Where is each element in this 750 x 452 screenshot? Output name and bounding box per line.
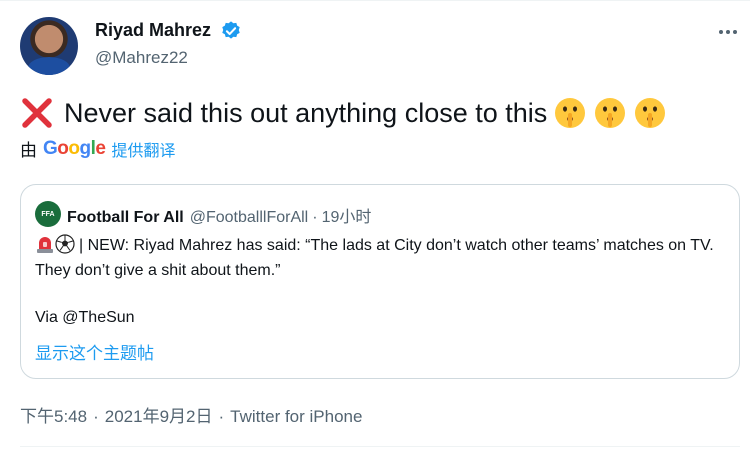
shushing-face-icon [595,98,626,128]
bottom-divider [20,446,740,447]
translate-prefix: 由 [20,141,37,160]
tweet-time[interactable]: 下午5:48 [20,407,87,426]
police-siren-icon [37,237,53,253]
meta-separator: · [93,407,99,426]
tweet-date[interactable]: 2021年9月2日 [105,407,213,426]
more-options-icon[interactable] [716,22,740,42]
quoted-tweet-text: | NEW: Riyad Mahrez has said: “The lads … [35,237,714,279]
quoted-author-name[interactable]: Football For All [67,209,184,227]
translate-tweet-link[interactable]: 提供翻译 [111,137,175,161]
shushing-face-icon [635,98,666,128]
quoted-tweet-via: Via @TheSun [35,309,135,326]
author-name[interactable]: Riyad Mahrez [95,20,211,41]
google-logo: Google [43,137,106,159]
author-avatar[interactable] [20,17,78,75]
quoted-tweet-body: | NEW: Riyad Mahrez has said: “The lads … [35,233,731,283]
author-handle[interactable]: @Mahrez22 [95,48,188,68]
quoted-tweet-header: Football For All @FootballlForAll · 19小时 [67,203,371,227]
meta-separator: · [218,407,225,426]
soccer-ball-icon [55,234,75,254]
tweet-metadata: 下午5:48 · 2021年9月2日 · Twitter for iPhone [20,402,362,427]
quoted-author-handle[interactable]: @FootballlForAll [190,209,309,227]
quoted-separator: · [312,209,318,226]
tweet-text: Never said this out anything close to th… [20,96,667,130]
quoted-tweet-card[interactable]: FFA Football For All @FootballlForAll · … [20,184,740,379]
quoted-tweet-time[interactable]: 19小时 [322,203,372,227]
translate-row: 由 Google 提供翻译 [20,136,175,161]
shushing-face-icon [555,98,586,128]
quoted-author-avatar[interactable]: FFA [35,201,61,227]
top-divider [0,0,750,1]
tweet-client[interactable]: Twitter for iPhone [230,407,362,426]
show-thread-link[interactable]: 显示这个主题帖 [35,339,154,364]
tweet-body: Never said this out anything close to th… [64,97,548,128]
verified-badge-icon [222,21,240,39]
red-cross-mark-icon [22,98,52,128]
